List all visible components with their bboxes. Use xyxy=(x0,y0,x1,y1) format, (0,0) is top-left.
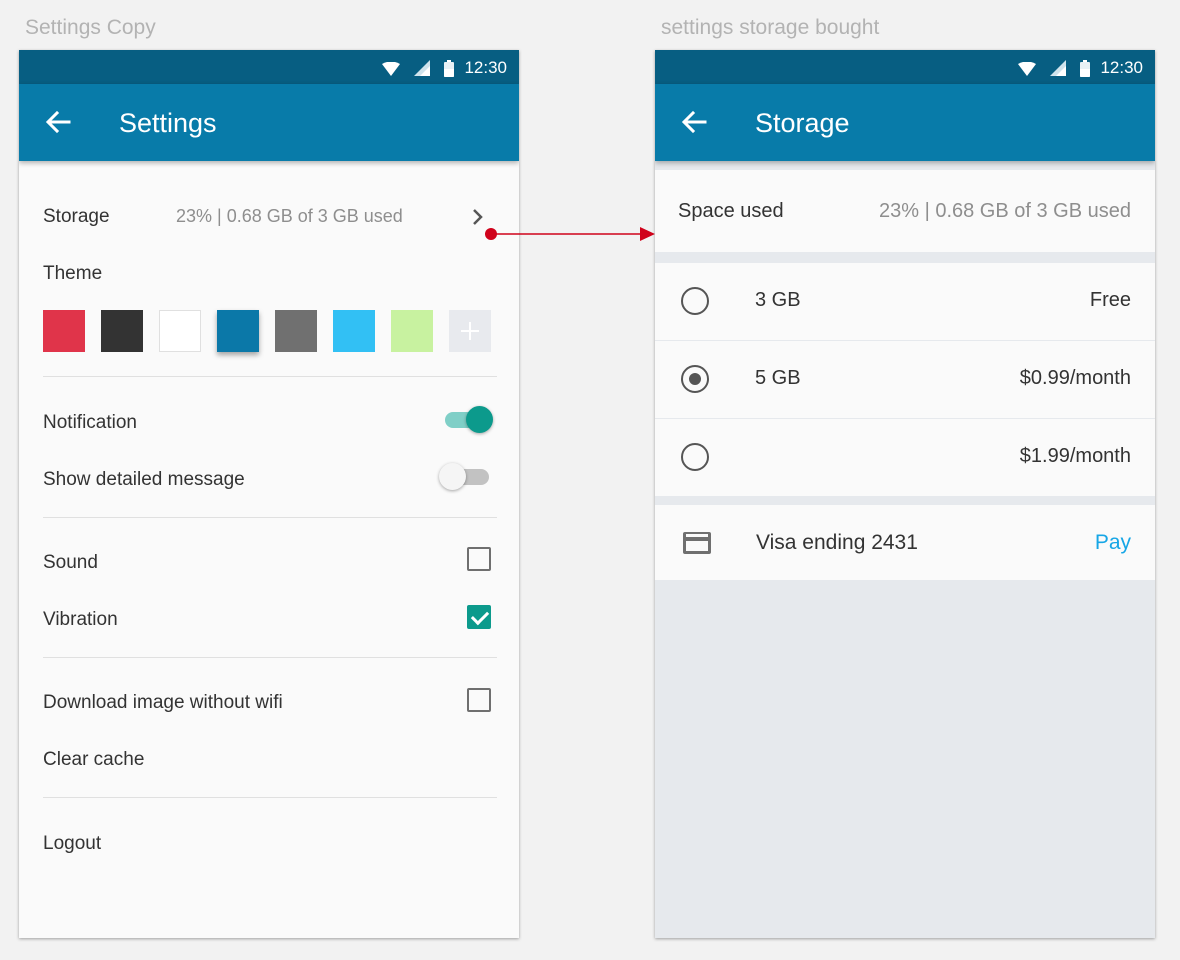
status-bar: 12:30 xyxy=(655,50,1155,84)
theme-swatch-red[interactable] xyxy=(43,310,85,352)
clear-cache-button[interactable]: Clear cache xyxy=(43,749,144,771)
detailed-message-label: Show detailed message xyxy=(43,469,245,490)
settings-screen: 12:30 Settings Storage 23% | 0.68 GB of … xyxy=(19,50,519,938)
plan-option-3gb[interactable]: 3 GB Free xyxy=(655,263,1155,340)
space-used-value: 23% | 0.68 GB of 3 GB used xyxy=(878,200,1131,222)
plan-radio[interactable] xyxy=(681,365,709,393)
theme-swatch-gray[interactable] xyxy=(275,310,317,352)
plan-size: 3 GB xyxy=(755,289,801,311)
theme-swatch-light-blue[interactable] xyxy=(333,310,375,352)
detailed-message-toggle[interactable] xyxy=(439,461,493,491)
theme-swatch-white[interactable] xyxy=(159,310,201,352)
signal-icon xyxy=(1050,60,1067,76)
space-used-row: Space used 23% | 0.68 GB of 3 GB used xyxy=(655,170,1155,252)
flow-connector-arrow xyxy=(485,227,655,241)
storage-label[interactable]: Storage xyxy=(43,206,110,228)
plan-size: 5 GB xyxy=(755,367,801,389)
plan-option-5gb[interactable]: 5 GB $0.99/month xyxy=(655,341,1155,418)
status-bar: 12:30 xyxy=(19,50,519,84)
storage-screen: 12:30 Storage Space used 23% | 0.68 GB o… xyxy=(655,50,1155,938)
page-title: Settings xyxy=(119,108,217,138)
sound-checkbox[interactable] xyxy=(467,547,491,571)
status-time: 12:30 xyxy=(464,58,507,77)
pay-button[interactable]: Pay xyxy=(1095,531,1131,555)
theme-swatches xyxy=(43,310,507,352)
signal-icon xyxy=(414,60,431,76)
plan-radio[interactable] xyxy=(681,287,709,315)
back-arrow-icon[interactable] xyxy=(45,110,71,134)
theme-swatch-light-green[interactable] xyxy=(391,310,433,352)
artboard-title-storage: settings storage bought xyxy=(661,16,880,39)
vibration-label: Vibration xyxy=(43,609,118,630)
wifi-icon xyxy=(382,61,401,76)
payment-method-row: Visa ending 2431 Pay xyxy=(655,505,1155,580)
theme-label: Theme xyxy=(43,263,103,284)
vibration-checkbox[interactable] xyxy=(467,605,491,629)
divider xyxy=(43,657,497,658)
logout-button[interactable]: Logout xyxy=(43,833,101,855)
back-arrow-icon[interactable] xyxy=(681,110,707,134)
divider xyxy=(43,376,497,377)
space-used-label: Space used xyxy=(678,200,784,222)
divider xyxy=(43,797,497,798)
storage-usage-value: 23% | 0.68 GB of 3 GB used xyxy=(176,206,403,226)
plan-price: Free xyxy=(1089,289,1131,311)
add-theme-icon[interactable] xyxy=(449,310,491,352)
notification-label: Notification xyxy=(43,412,137,433)
plan-price: $1.99/month xyxy=(1019,445,1131,467)
payment-method-label: Visa ending 2431 xyxy=(756,531,918,554)
credit-card-icon xyxy=(683,532,711,554)
app-bar: Storage xyxy=(655,84,1155,161)
battery-icon xyxy=(1080,59,1091,77)
plan-price: $0.99/month xyxy=(1019,367,1131,389)
wifi-icon xyxy=(1018,61,1037,76)
plan-radio[interactable] xyxy=(681,443,709,471)
download-without-wifi-label: Download image without wifi xyxy=(43,692,283,713)
download-without-wifi-checkbox[interactable] xyxy=(467,688,491,712)
chevron-right-icon[interactable] xyxy=(471,208,485,226)
divider xyxy=(43,517,497,518)
theme-swatch-black[interactable] xyxy=(101,310,143,352)
app-bar: Settings xyxy=(19,84,519,161)
plan-option-premium[interactable]: $1.99/month xyxy=(655,419,1155,496)
battery-icon xyxy=(444,59,455,77)
page-title: Storage xyxy=(755,108,850,138)
artboard-title-settings: Settings Copy xyxy=(25,16,156,39)
theme-swatch-blue[interactable] xyxy=(217,310,259,352)
sound-label: Sound xyxy=(43,552,98,573)
notification-toggle[interactable] xyxy=(441,404,495,434)
status-time: 12:30 xyxy=(1100,58,1143,77)
